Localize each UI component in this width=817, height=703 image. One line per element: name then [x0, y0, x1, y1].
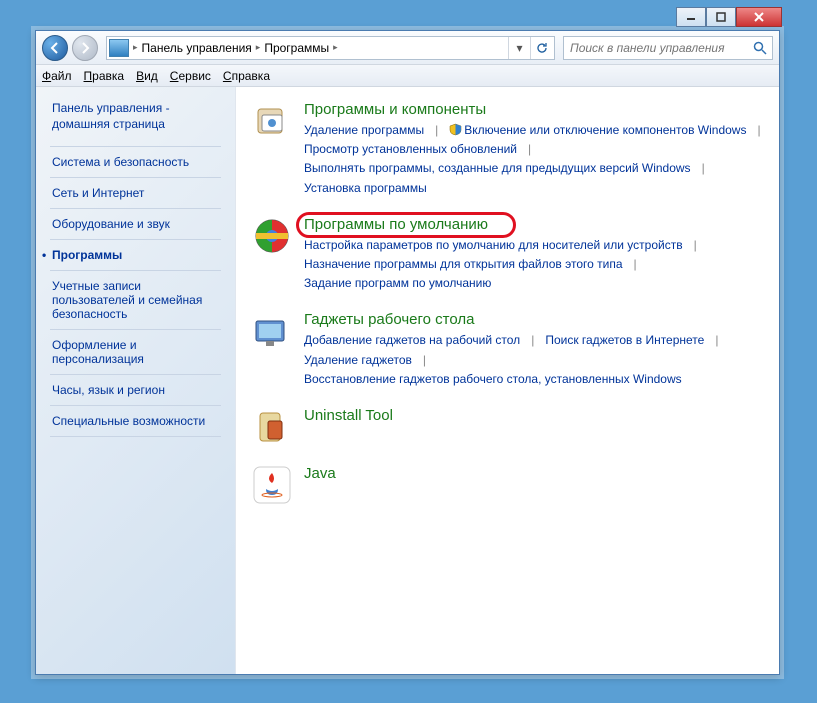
category-title[interactable]: Гаджеты рабочего стола [304, 311, 769, 328]
sidebar-item[interactable]: Система и безопасность [36, 151, 235, 173]
divider [50, 329, 221, 330]
task-list: Настройка параметров по умолчанию для но… [304, 236, 769, 294]
menu-file[interactable]: Файл [42, 69, 72, 83]
forward-button[interactable] [72, 35, 98, 61]
refresh-button[interactable] [530, 37, 552, 59]
task-separator: | [531, 331, 534, 350]
task-list: Удаление программы|Включение или отключе… [304, 121, 769, 198]
task-link[interactable]: Поиск гаджетов в Интернете [545, 331, 704, 350]
task-link[interactable]: Выполнять программы, созданные для преды… [304, 159, 691, 178]
divider [50, 146, 221, 147]
task-link[interactable]: Установка программы [304, 179, 427, 198]
menu-bar: Файл Правка Вид Сервис Справка [36, 65, 779, 87]
menu-tools[interactable]: Сервис [170, 69, 211, 83]
task-separator: | [715, 331, 718, 350]
category-body: Гаджеты рабочего стола Добавление гаджето… [304, 311, 769, 389]
task-separator: | [757, 121, 760, 140]
task-link[interactable]: Задание программ по умолчанию [304, 274, 491, 293]
menu-edit[interactable]: Правка [84, 69, 125, 83]
category-block: Uninstall Tool [252, 407, 769, 447]
category-body: Программы по умолчанию Настройка параметр… [304, 216, 769, 294]
breadcrumb-root[interactable]: Панель управления [138, 37, 256, 59]
category-title[interactable]: Uninstall Tool [304, 407, 769, 424]
task-separator: | [702, 159, 705, 178]
dropdown-button[interactable]: ▾ [508, 37, 530, 59]
search-input[interactable] [568, 40, 752, 56]
divider [50, 208, 221, 209]
content-area: Программы и компоненты Удаление программы… [236, 87, 779, 674]
menu-view[interactable]: Вид [136, 69, 158, 83]
sidebar-item[interactable]: Часы, язык и регион [36, 379, 235, 401]
task-list: Добавление гаджетов на рабочий стол|Поис… [304, 331, 769, 389]
divider [50, 177, 221, 178]
category-title[interactable]: Java [304, 465, 769, 482]
category-block: Программы и компоненты Удаление программы… [252, 101, 769, 198]
close-button[interactable] [736, 7, 782, 27]
maximize-button[interactable] [706, 7, 736, 27]
task-link[interactable]: Удаление гаджетов [304, 351, 412, 370]
java-icon [252, 465, 292, 505]
window-controls [676, 7, 782, 27]
back-button[interactable] [42, 35, 68, 61]
chevron-right-icon: ▸ [333, 42, 338, 53]
task-separator: | [694, 236, 697, 255]
menu-help[interactable]: Справка [223, 69, 270, 83]
category-block: Гаджеты рабочего стола Добавление гаджето… [252, 311, 769, 389]
divider [50, 239, 221, 240]
gadgets-icon [252, 311, 292, 351]
task-link[interactable]: Добавление гаджетов на рабочий стол [304, 331, 520, 350]
task-separator: | [528, 140, 531, 159]
sidebar-home-line2: домашняя страница [52, 117, 165, 131]
task-link[interactable]: Восстановление гаджетов рабочего стола, … [304, 370, 682, 389]
task-link[interactable]: Включение или отключение компонентов Win… [449, 121, 746, 140]
minimize-button[interactable] [676, 7, 706, 27]
sidebar: Панель управления - домашняя страница Си… [36, 87, 236, 674]
highlight-annotation [296, 212, 516, 238]
task-separator: | [423, 351, 426, 370]
task-link[interactable]: Настройка параметров по умолчанию для но… [304, 236, 683, 255]
sidebar-home-link[interactable]: Панель управления - домашняя страница [36, 101, 235, 142]
category-body: Программы и компоненты Удаление программы… [304, 101, 769, 198]
search-box[interactable] [563, 36, 773, 60]
window-body: Панель управления - домашняя страница Си… [36, 87, 779, 674]
category-title[interactable]: Программы и компоненты [304, 101, 769, 118]
uninstall-icon [252, 407, 292, 447]
sidebar-item[interactable]: Специальные возможности [36, 410, 235, 432]
sidebar-item[interactable]: Сеть и Интернет [36, 182, 235, 204]
task-link[interactable]: Назначение программы для открытия файлов… [304, 255, 623, 274]
shield-icon [449, 123, 462, 136]
address-bar[interactable]: ▸ Панель управления ▸ Программы ▸ ▾ [106, 36, 555, 60]
category-block: Программы по умолчанию Настройка параметр… [252, 216, 769, 294]
sidebar-item[interactable]: Оформление и персонализация [36, 334, 235, 370]
control-panel-icon [109, 39, 129, 57]
divider [50, 374, 221, 375]
divider [50, 270, 221, 271]
programs-icon [252, 101, 292, 141]
navigation-bar: ▸ Панель управления ▸ Программы ▸ ▾ [36, 31, 779, 65]
search-icon [752, 40, 768, 56]
sidebar-item[interactable]: Оборудование и звук [36, 213, 235, 235]
category-body: Uninstall Tool [304, 407, 769, 447]
divider [50, 436, 221, 437]
task-link[interactable]: Удаление программы [304, 121, 424, 140]
category-block: Java [252, 465, 769, 505]
category-body: Java [304, 465, 769, 505]
task-link[interactable]: Просмотр установленных обновлений [304, 140, 517, 159]
sidebar-item[interactable]: Учетные записи пользователей и семейная … [36, 275, 235, 325]
divider [50, 405, 221, 406]
task-separator: | [634, 255, 637, 274]
sidebar-home-line1: Панель управления - [52, 101, 170, 115]
breadcrumb-current[interactable]: Программы [260, 37, 333, 59]
category-title[interactable]: Программы по умолчанию [304, 216, 769, 233]
control-panel-window: ▸ Панель управления ▸ Программы ▸ ▾ Файл… [35, 30, 780, 675]
defaults-icon [252, 216, 292, 256]
task-separator: | [435, 121, 438, 140]
sidebar-item[interactable]: Программы [36, 244, 235, 266]
